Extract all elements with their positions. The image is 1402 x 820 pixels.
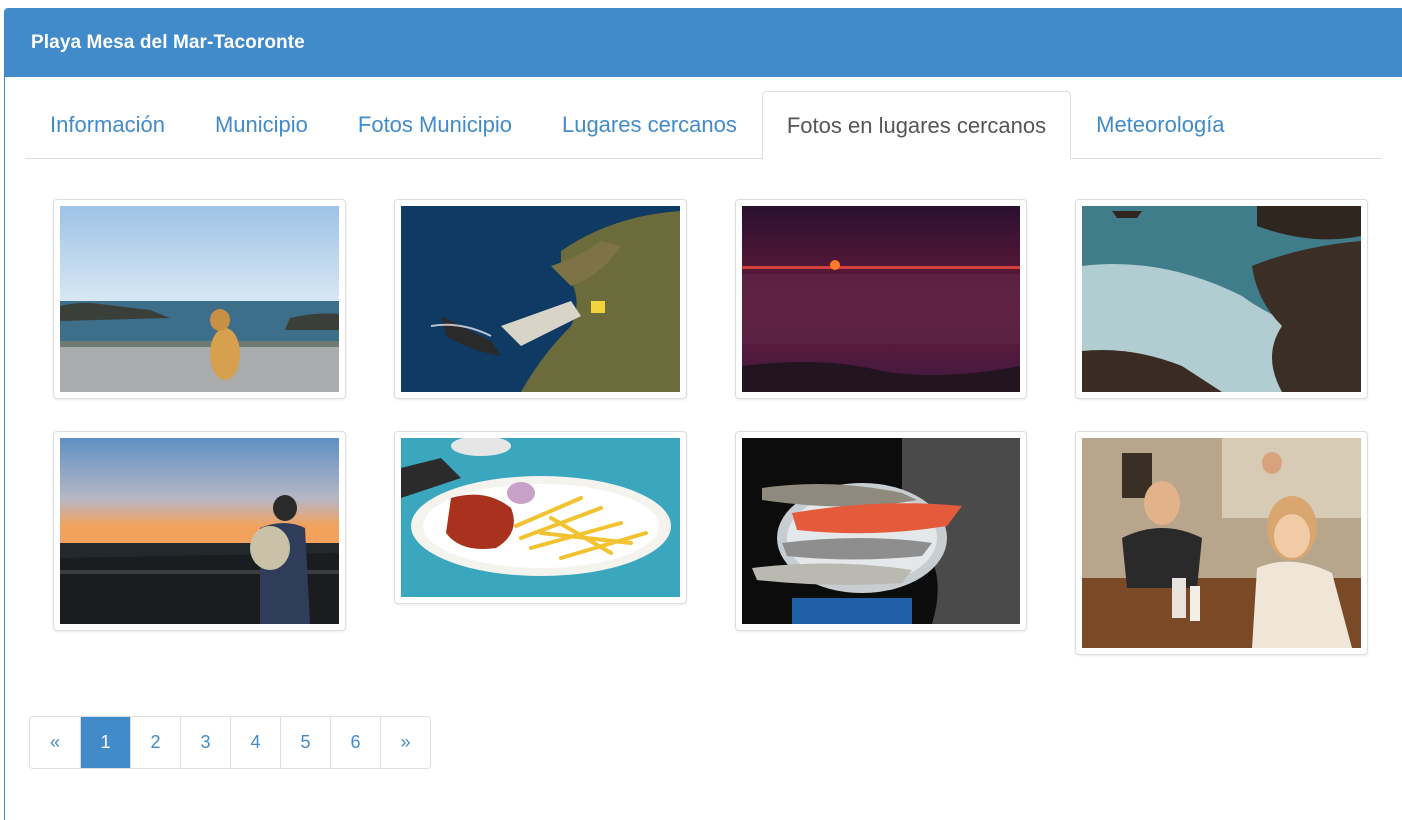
pagination-page-6[interactable]: 6 [330,717,380,768]
tab-bar: Información Municipio Fotos Municipio Lu… [25,91,1382,160]
photo-thumbnail-dog[interactable] [53,199,346,399]
photo-thumbnail-family[interactable] [53,431,346,631]
photo-thumbnail-sunset[interactable] [735,199,1027,399]
pagination-next[interactable]: » [380,717,430,768]
photo-thumbnail-fish[interactable] [735,431,1027,631]
tab-fotos-lugares-cercanos[interactable]: Fotos en lugares cercanos [761,91,1072,160]
tab-lugares-cercanos[interactable]: Lugares cercanos [537,91,762,159]
pagination: « 1 2 3 4 5 6 » [29,716,431,769]
photo-dog-on-terrace [60,206,339,392]
tab-informacion[interactable]: Información [25,91,190,159]
panel-heading: Playa Mesa del Mar-Tacoronte [5,9,1402,77]
photo-coastal-cliffs [401,206,680,392]
photo-thumbnail-cliffs[interactable] [394,199,687,399]
pagination-page-1[interactable]: 1 [80,717,130,768]
pagination-page-4[interactable]: 4 [230,717,280,768]
tab-meteorologia[interactable]: Meteorología [1071,91,1249,159]
photo-plate-with-fries [401,438,680,597]
pagination-page-5[interactable]: 5 [280,717,330,768]
photo-rocky-coast-waves [1082,206,1361,392]
photo-thumbnail-rocky-coast[interactable] [1075,199,1368,399]
pagination-page-2[interactable]: 2 [130,717,180,768]
photo-parent-child-sunset [60,438,339,624]
pagination-page-3[interactable]: 3 [180,717,230,768]
photo-people-in-restaurant [1082,438,1361,648]
tab-fotos-municipio[interactable]: Fotos Municipio [333,91,537,159]
panel-title: Playa Mesa del Mar-Tacoronte [31,32,305,53]
pagination-prev[interactable]: « [30,717,80,768]
photo-sunset-over-sea [742,206,1020,392]
photo-thumbnail-restaurant[interactable] [1075,431,1368,655]
tab-municipio[interactable]: Municipio [190,91,333,159]
photo-fish-on-scale [742,438,1020,624]
photo-thumbnail-fries[interactable] [394,431,687,604]
